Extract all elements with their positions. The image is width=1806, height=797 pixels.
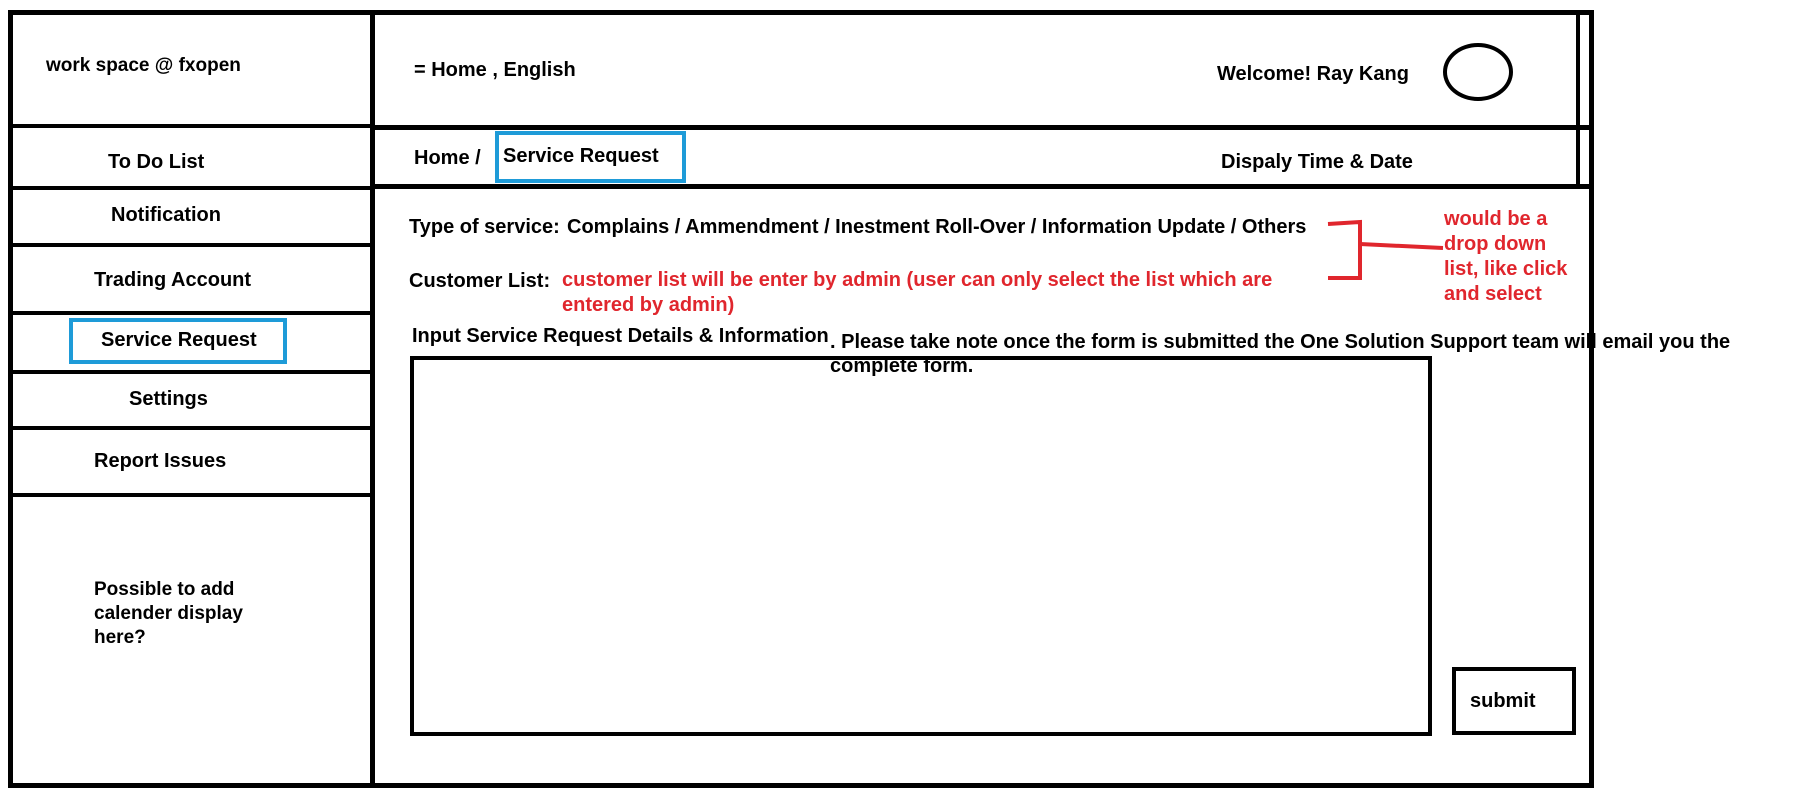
sidebar-item-notification[interactable]: Notification [111, 204, 221, 227]
customer-list-note[interactable]: customer list will be enter by admin (us… [562, 268, 1282, 318]
header-divider [372, 125, 1592, 130]
top-nav-home-language[interactable]: = Home , English [414, 59, 576, 82]
datetime-display: Dispaly Time & Date [1221, 151, 1413, 173]
sidebar-sep [12, 186, 372, 190]
sidebar-sep [12, 243, 372, 247]
sidebar-item-settings[interactable]: Settings [129, 388, 208, 411]
submit-button[interactable]: submit [1452, 667, 1576, 735]
breadcrumb-current: Service Request [503, 145, 659, 167]
sidebar-sep [12, 311, 372, 315]
header-right-edge [1576, 12, 1580, 187]
annotation-bracket-icon [1327, 219, 1444, 280]
customer-list-label: Customer List: [409, 270, 551, 292]
service-type-label: Type of service: [409, 216, 560, 238]
sidebar-sep [12, 493, 372, 497]
details-textarea[interactable] [410, 356, 1432, 736]
sidebar-sep [12, 426, 372, 430]
app-brand: work space @ fxopen [46, 55, 241, 76]
dropdown-annotation: would be a drop down list, like click an… [1444, 208, 1568, 305]
avatar[interactable] [1443, 43, 1513, 101]
welcome-text: Welcome! Ray Kang [1217, 63, 1409, 85]
breadcrumb-divider [372, 184, 1592, 189]
sidebar-sep [12, 370, 372, 374]
sidebar-item-service-request[interactable]: Service Request [101, 329, 257, 352]
sidebar-item-trading-account[interactable]: Trading Account [94, 269, 251, 292]
breadcrumb-home[interactable]: Home / [414, 147, 481, 170]
sidebar-item-todo[interactable]: To Do List [108, 151, 204, 174]
details-label: Input Service Request Details & Informat… [412, 325, 829, 347]
sidebar-item-report-issues[interactable]: Report Issues [94, 450, 226, 473]
service-type-dropdown[interactable]: Complains / Ammendment / Inestment Roll-… [567, 216, 1306, 239]
calendar-placeholder-note: Possible to add calender display here? [94, 579, 243, 648]
sidebar-sep [12, 124, 372, 128]
